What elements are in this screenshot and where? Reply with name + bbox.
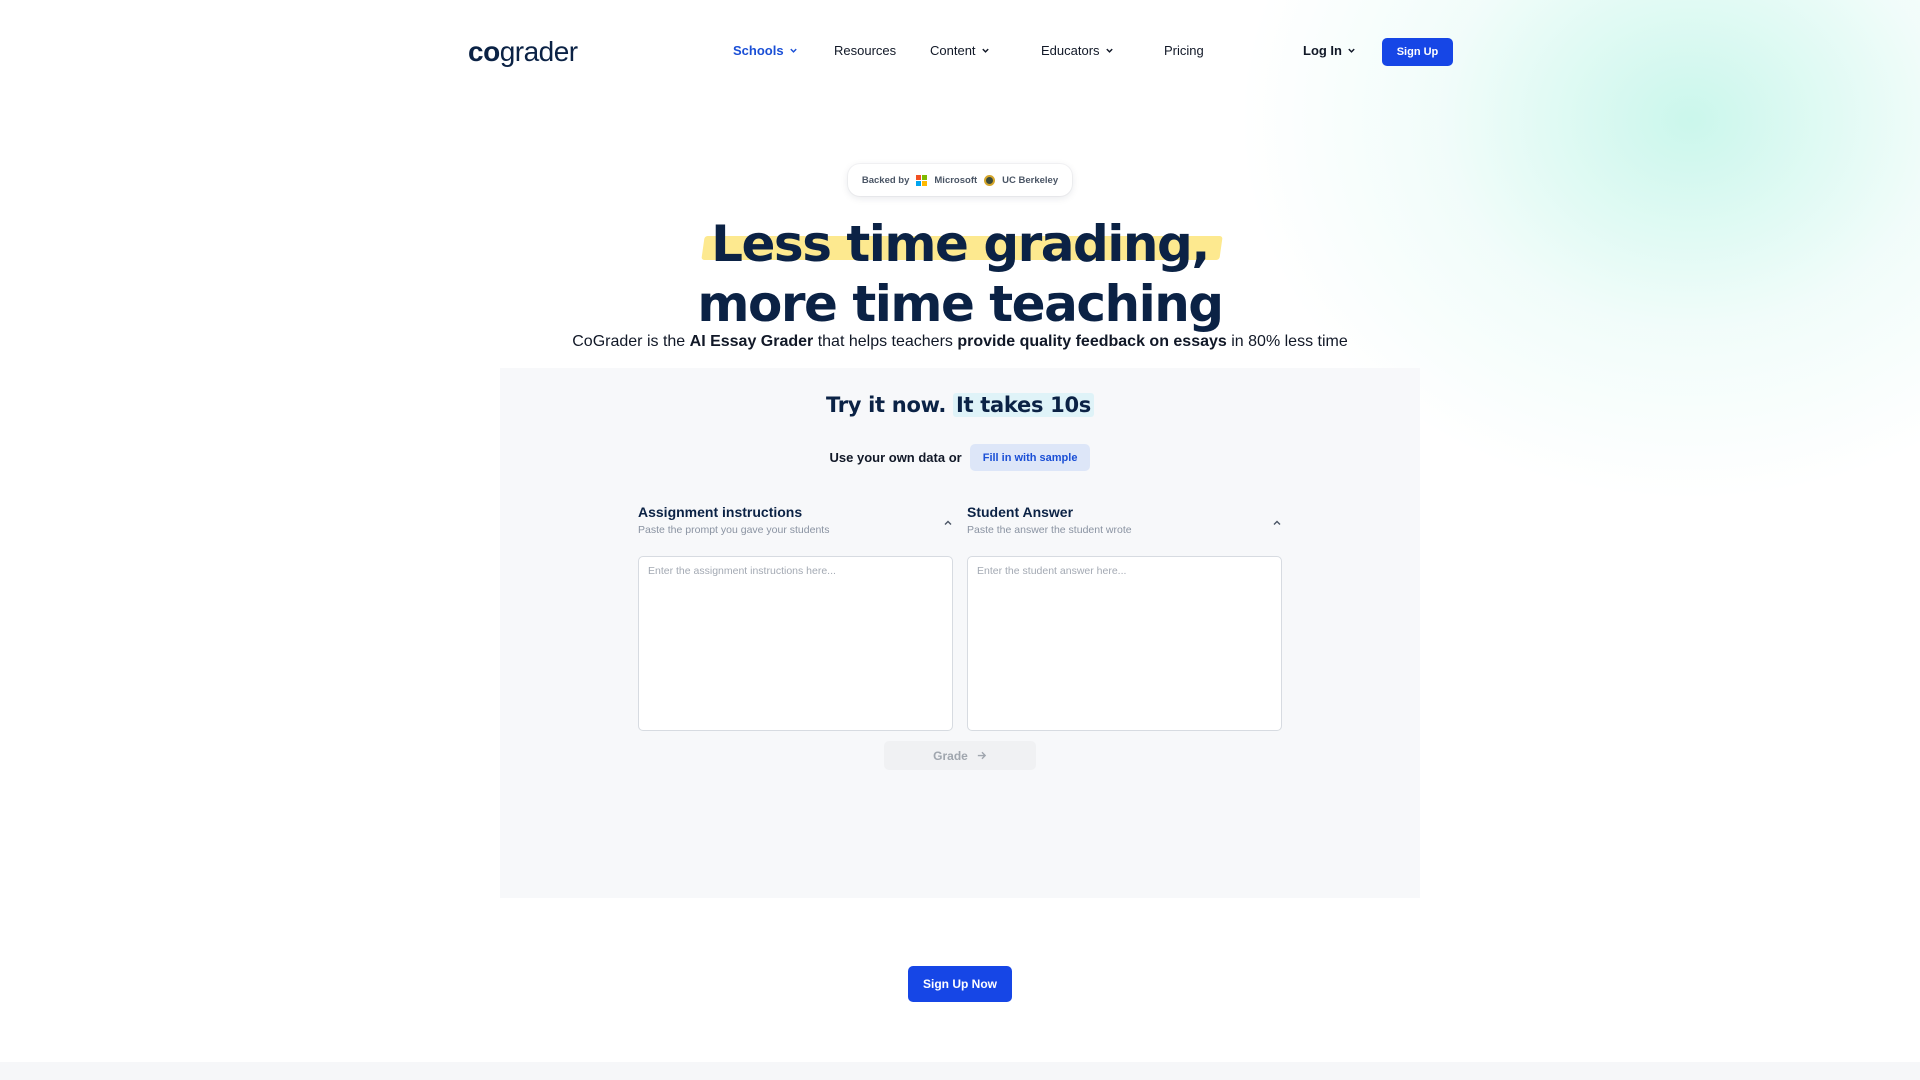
- data-source-row: Use your own data or Fill in with sample: [500, 444, 1420, 471]
- assignment-section: Assignment instructions Paste the prompt…: [638, 504, 953, 536]
- assignment-hint: Paste the prompt you gave your students: [638, 524, 830, 536]
- nav-item-resources[interactable]: Resources: [834, 43, 896, 58]
- student-answer-section: Student Answer Paste the answer the stud…: [967, 504, 1282, 536]
- backed-by-label: Backed by: [861, 174, 910, 186]
- nav-item-content[interactable]: Content: [930, 43, 990, 58]
- chevron-down-icon: [1348, 48, 1355, 53]
- login-label: Log In: [1303, 43, 1342, 58]
- nav-item-label: Content: [930, 43, 976, 58]
- nav-item-label: Educators: [1041, 43, 1100, 58]
- nav-item-schools[interactable]: Schools: [733, 43, 798, 58]
- hero-subtitle: CoGrader is the AI Essay Grader that hel…: [572, 333, 1348, 350]
- grade-button[interactable]: Grade: [884, 741, 1036, 770]
- student-answer-title: Student Answer: [967, 504, 1074, 520]
- uc-berkeley-seal-icon: [984, 174, 996, 186]
- assignment-instructions-input[interactable]: [638, 556, 953, 731]
- arrow-right-icon: [977, 751, 986, 760]
- chevron-up-icon[interactable]: [1272, 518, 1282, 528]
- chevron-down-icon: [1105, 48, 1113, 53]
- assignment-title: Assignment instructions: [638, 504, 803, 520]
- nav-item-label: Pricing: [1164, 43, 1204, 58]
- partner-uc-berkeley: UC Berkeley: [1002, 174, 1059, 186]
- nav-item-label: Resources: [834, 43, 897, 58]
- nav-item-label: Schools: [733, 43, 784, 58]
- student-answer-hint: Paste the answer the student wrote: [967, 524, 1132, 536]
- hero-line-2: more time teaching: [697, 275, 1224, 333]
- backed-by-badge: Backed by Microsoft UC Berkeley: [848, 164, 1072, 196]
- hero-line-1: Less time grading,: [711, 215, 1210, 273]
- microsoft-logo-icon: [916, 174, 928, 186]
- next-section-edge: [0, 1062, 1920, 1080]
- chevron-down-icon: [789, 48, 797, 53]
- chevron-down-icon: [981, 48, 989, 53]
- landing-page: cograder Schools Resources Content Educa…: [0, 0, 1920, 1080]
- hero-heading: Less time grading, more time teaching: [560, 214, 1360, 334]
- nav-item-pricing[interactable]: Pricing: [1164, 43, 1204, 58]
- nav-links: Schools Resources Content Educators Pric…: [468, 30, 1453, 74]
- sign-up-button[interactable]: Sign Up: [1382, 38, 1453, 66]
- try-it-panel: Try it now. It takes 10s Use your own da…: [500, 368, 1420, 898]
- fill-sample-button[interactable]: Fill in with sample: [969, 444, 1091, 471]
- nav-item-educators[interactable]: Educators: [1041, 43, 1114, 58]
- partner-microsoft: Microsoft: [934, 174, 978, 186]
- student-answer-input[interactable]: [967, 556, 1282, 731]
- login-menu[interactable]: Log In: [1303, 43, 1356, 58]
- sign-up-now-button[interactable]: Sign Up Now: [908, 966, 1012, 1002]
- chevron-up-icon[interactable]: [943, 518, 953, 528]
- use-own-data-label: Use your own data or: [829, 450, 962, 465]
- grade-label: Grade: [933, 748, 968, 763]
- try-it-heading: Try it now. It takes 10s: [500, 393, 1420, 417]
- top-nav: cograder Schools Resources Content Educa…: [468, 30, 1453, 74]
